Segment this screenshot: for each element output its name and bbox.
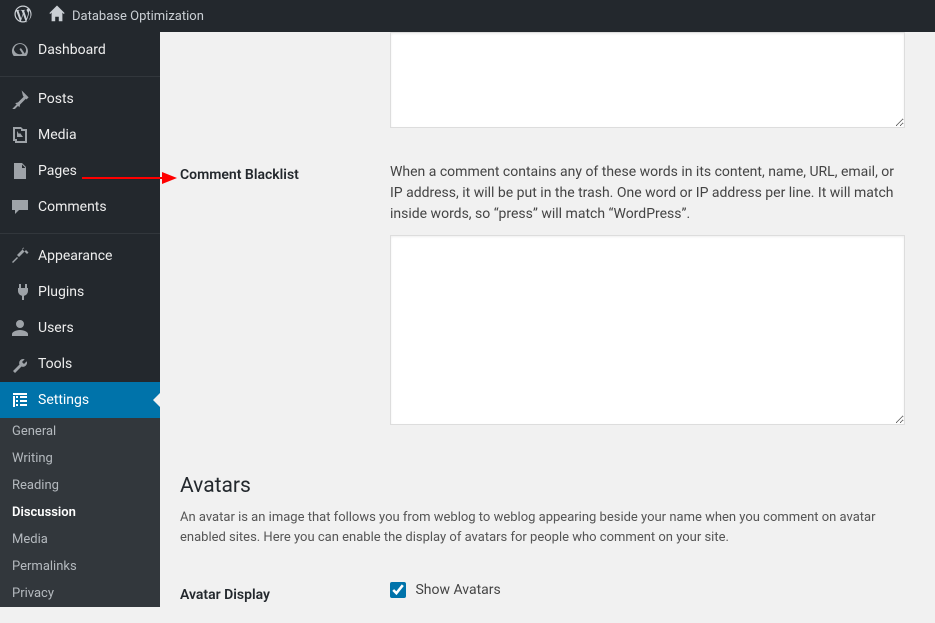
content-area: Comment Blacklist When a comment contain… <box>160 32 935 607</box>
menu-separator <box>0 229 160 234</box>
show-avatars-label: Show Avatars <box>415 582 500 598</box>
adminbar-site-link[interactable]: Database Optimization <box>40 0 212 32</box>
pin-icon <box>10 89 30 109</box>
comment-blacklist-description: When a comment contains any of these wor… <box>390 162 905 225</box>
dashboard-icon <box>10 40 30 60</box>
settings-submenu: General Writing Reading Discussion Media… <box>0 418 160 607</box>
avatars-form-table: Avatar Display Show Avatars <box>180 567 915 623</box>
comment-blacklist-label: Comment Blacklist <box>180 167 299 183</box>
sidebar-item-users[interactable]: Users <box>0 310 160 346</box>
sidebar-item-appearance[interactable]: Appearance <box>0 238 160 274</box>
comment-blacklist-textarea[interactable] <box>390 235 905 425</box>
avatars-heading: Avatars <box>180 474 915 498</box>
adminbar-site-title: Database Optimization <box>72 9 204 24</box>
plugins-icon <box>10 282 30 302</box>
sidebar-label: Comments <box>38 199 107 215</box>
submenu-item-discussion[interactable]: Discussion <box>0 499 160 526</box>
users-icon <box>10 318 30 338</box>
sidebar-label: Users <box>38 320 74 336</box>
sidebar-label: Tools <box>38 356 72 372</box>
admin-sidebar: Dashboard Posts Media Pages Comments App… <box>0 32 160 607</box>
settings-form-table: Comment Blacklist When a comment contain… <box>180 32 915 444</box>
sidebar-item-settings[interactable]: Settings <box>0 382 160 418</box>
admin-bar: Database Optimization <box>0 0 935 32</box>
sidebar-label: Appearance <box>38 248 112 264</box>
sidebar-label: Posts <box>38 91 74 107</box>
submenu-item-general[interactable]: General <box>0 418 160 445</box>
sidebar-item-posts[interactable]: Posts <box>0 81 160 117</box>
comment-moderation-textarea[interactable] <box>390 32 905 128</box>
tools-icon <box>10 354 30 374</box>
media-icon <box>10 125 30 145</box>
home-icon <box>48 5 66 27</box>
submenu-item-privacy[interactable]: Privacy <box>0 580 160 607</box>
submenu-item-media[interactable]: Media <box>0 526 160 553</box>
sidebar-label: Pages <box>38 163 77 179</box>
comments-icon <box>10 197 30 217</box>
avatar-display-label: Avatar Display <box>180 587 270 603</box>
adminbar-wp-logo[interactable] <box>6 0 40 32</box>
sidebar-item-comments[interactable]: Comments <box>0 189 160 225</box>
sidebar-item-media[interactable]: Media <box>0 117 160 153</box>
show-avatars-checkbox[interactable] <box>390 582 406 598</box>
avatars-description: An avatar is an image that follows you f… <box>180 508 900 547</box>
sidebar-label: Media <box>38 127 77 143</box>
sidebar-item-plugins[interactable]: Plugins <box>0 274 160 310</box>
sidebar-label: Dashboard <box>38 42 106 58</box>
appearance-icon <box>10 246 30 266</box>
pages-icon <box>10 161 30 181</box>
submenu-item-reading[interactable]: Reading <box>0 472 160 499</box>
submenu-item-writing[interactable]: Writing <box>0 445 160 472</box>
row-comment-moderation-tail <box>180 32 915 147</box>
sidebar-label: Settings <box>38 392 89 408</box>
settings-icon <box>10 390 30 410</box>
submenu-item-permalinks[interactable]: Permalinks <box>0 553 160 580</box>
wordpress-icon <box>14 5 32 27</box>
sidebar-item-dashboard[interactable]: Dashboard <box>0 32 160 68</box>
row-comment-blacklist: Comment Blacklist When a comment contain… <box>180 147 915 444</box>
sidebar-item-tools[interactable]: Tools <box>0 346 160 382</box>
menu-separator <box>0 72 160 77</box>
sidebar-label: Plugins <box>38 284 84 300</box>
sidebar-item-pages[interactable]: Pages <box>0 153 160 189</box>
show-avatars-option[interactable]: Show Avatars <box>390 582 501 598</box>
row-avatar-display: Avatar Display Show Avatars <box>180 567 915 623</box>
